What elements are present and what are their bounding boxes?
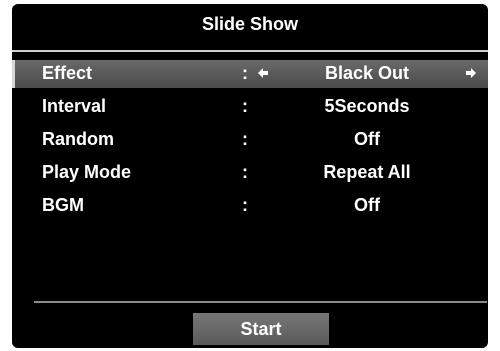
interval-row[interactable]: Interval : 5Seconds — [12, 93, 488, 121]
random-label: Random — [42, 129, 114, 149]
interval-value: 5Seconds — [324, 96, 410, 116]
effect-colon: : — [242, 63, 248, 83]
arrow-left-icon[interactable] — [258, 66, 268, 80]
interval-label: Interval — [42, 96, 107, 116]
title-divider — [12, 50, 488, 52]
random-row[interactable]: Random : Off — [12, 126, 488, 154]
random-value: Off — [354, 129, 380, 149]
bgm-row[interactable]: BGM : Off — [12, 192, 488, 220]
interval-colon: : — [242, 96, 248, 116]
effect-label: Effect — [42, 63, 93, 83]
start-button[interactable]: Start — [193, 313, 329, 345]
bottom-divider — [34, 301, 487, 303]
bgm-colon: : — [242, 195, 248, 215]
random-colon: : — [242, 129, 248, 149]
bgm-value: Off — [354, 195, 380, 215]
slide-show-osd: Slide Show Effect : Black Out Interval :… — [12, 4, 488, 348]
effect-value: Black Out — [324, 63, 410, 83]
bgm-label: BGM — [42, 195, 84, 215]
play-mode-row[interactable]: Play Mode : Repeat All — [12, 159, 488, 187]
osd-title: Slide Show — [201, 14, 298, 34]
play-mode-label: Play Mode — [42, 162, 132, 182]
arrow-right-icon[interactable] — [466, 66, 476, 80]
play-mode-value: Repeat All — [323, 162, 411, 182]
start-button-label: Start — [240, 318, 282, 339]
play-mode-colon: : — [242, 162, 248, 182]
effect-row[interactable]: Effect : Black Out — [12, 60, 488, 88]
